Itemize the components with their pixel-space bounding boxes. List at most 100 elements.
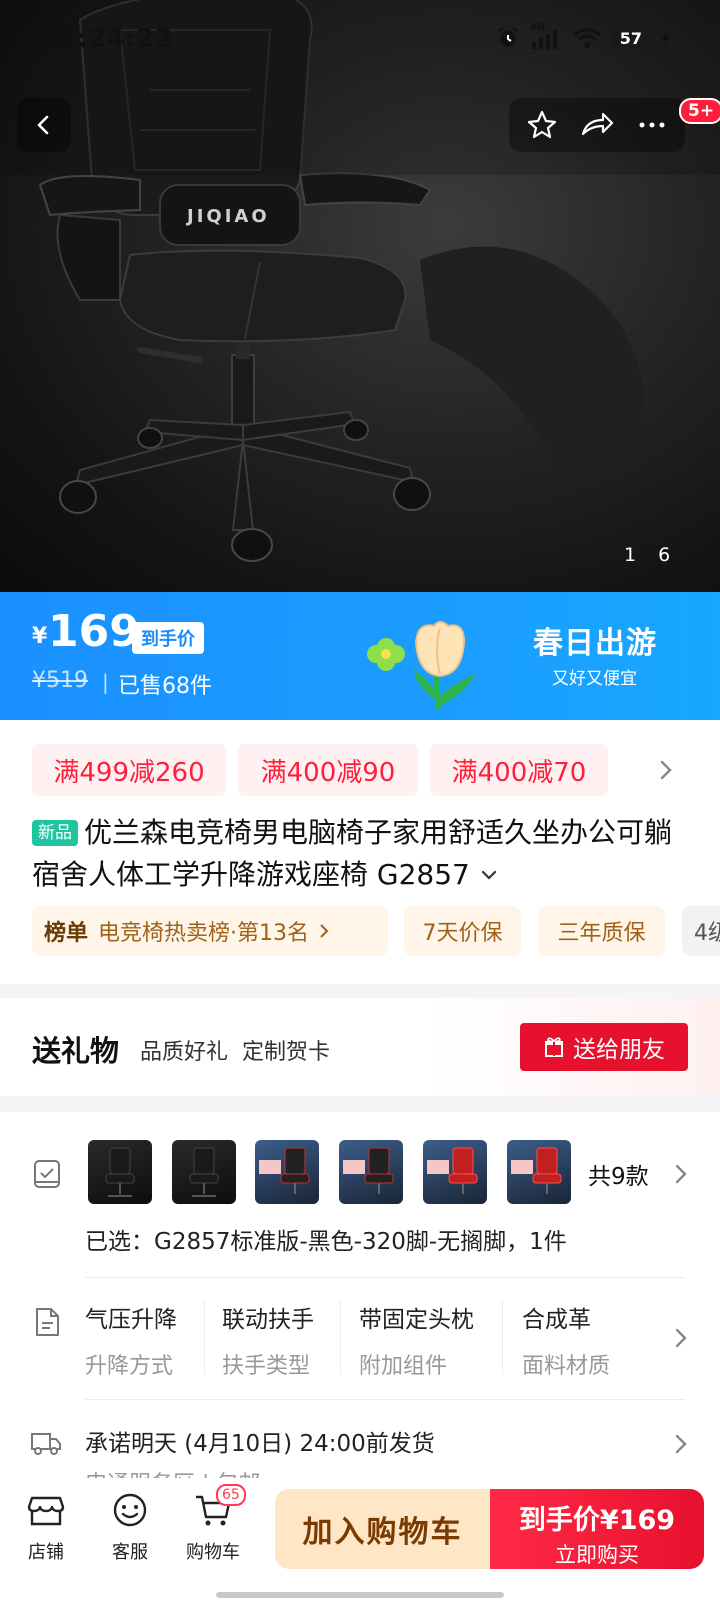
network-indicator: 4G [530, 22, 562, 50]
ranking-label: 榜单 [44, 921, 89, 946]
variant-thumbnail[interactable] [423, 1140, 487, 1204]
variant-thumbnail[interactable] [172, 1140, 236, 1204]
cart-count-badge: 65 [216, 1484, 246, 1506]
spec-separator [204, 1300, 205, 1374]
current-image-index: 1 [624, 544, 659, 566]
svg-text:JIQIAO: JIQIAO [185, 206, 270, 227]
variant-thumbnail[interactable] [339, 1140, 403, 1204]
chair-thumb-image [105, 1147, 135, 1197]
product-title: 优兰森电竞椅男电脑椅子家用舒适久坐办公可躺宿舍人体工学升降游戏座椅 G2857 [32, 816, 673, 891]
promo-title: 春日出游 [533, 626, 657, 661]
message-badge: 5+ [679, 98, 720, 124]
cart-label: 购物车 [186, 1542, 240, 1563]
sold-separator: | [102, 670, 109, 694]
back-button[interactable] [17, 98, 71, 152]
chevron-left-icon [37, 115, 49, 135]
chair-thumb-image [189, 1147, 219, 1197]
status-icons: 4G 57 [496, 22, 672, 50]
product-title-block[interactable]: 新品 优兰森电竞椅男电脑椅子家用舒适久坐办公可躺宿舍人体工学升降游戏座椅 G285… [32, 812, 682, 896]
ranking-text: 电竞椅热卖榜·第13名 [98, 921, 310, 946]
gaming-chair-image: JIQIAO [0, 0, 720, 562]
home-indicator[interactable] [216, 1592, 504, 1598]
gift-row[interactable]: 送礼物 品质好礼 定制贺卡 送给朋友 [0, 998, 720, 1096]
coupon-chip[interactable]: 满400减70 [430, 744, 608, 796]
spec-label: 面料材质 [522, 1354, 611, 1379]
wifi-icon [572, 28, 601, 48]
customer-service-label: 客服 [112, 1542, 148, 1563]
original-price: ¥519 [32, 668, 88, 693]
spec-item[interactable]: 气压升降 升降方式 [85, 1300, 177, 1380]
tulip-illustration [367, 621, 476, 711]
buy-now-button[interactable]: 到手价¥169 立即购买 [490, 1489, 704, 1569]
coupon-chip[interactable]: 满400减90 [238, 744, 418, 796]
shipping-chevron-right-icon[interactable] [672, 1430, 690, 1458]
sold-count: 已售68件 [118, 674, 212, 699]
send-gift-button[interactable]: 送给朋友 [520, 1023, 688, 1071]
chair-thumb-image [259, 1147, 310, 1194]
section-divider [0, 1096, 720, 1112]
spec-value: 合成革 [522, 1307, 591, 1333]
status-bar: 05:24:22 4G 57 [0, 0, 720, 80]
spec-item[interactable]: 联动扶手 扶手类型 [222, 1300, 314, 1380]
spec-value: 联动扶手 [222, 1307, 314, 1333]
spec-separator [340, 1300, 341, 1374]
status-time: 05:24:22 [40, 24, 174, 54]
variant-thumbnail[interactable] [507, 1140, 571, 1204]
alarm-icon [497, 27, 518, 47]
spec-value: 带固定头枕 [359, 1307, 474, 1333]
variant-chevron-right-icon[interactable] [672, 1160, 690, 1188]
spec-label: 升降方式 [85, 1354, 174, 1379]
coupon-more-chevron-icon[interactable] [656, 756, 676, 784]
spec-item[interactable]: 带固定头枕 附加组件 [359, 1300, 474, 1380]
gift-box-icon [545, 1037, 563, 1057]
specs-chevron-right-icon[interactable] [672, 1324, 690, 1352]
variant-thumbnail[interactable] [88, 1140, 152, 1204]
add-to-cart-button[interactable]: 加入购物车 [275, 1489, 490, 1569]
price-value: 169 [48, 606, 140, 657]
variant-count[interactable]: 共9款 [588, 1157, 649, 1191]
promo-subtitle: 又好又便宜 [552, 669, 637, 689]
chevron-down-icon[interactable] [479, 865, 499, 885]
spec-label: 扶手类型 [222, 1354, 311, 1379]
buy-now-price: 到手价¥169 [518, 1505, 676, 1536]
gift-title: 送礼物 [32, 1034, 120, 1068]
send-gift-label: 送给朋友 [573, 1037, 665, 1063]
price-banner: ¥ 169 到手价 ¥519 | 已售68件 春日出游 又好又便宜 [0, 592, 720, 720]
shipping-promise[interactable]: 承诺明天 (4月10日) 24:00前发货 [85, 1424, 435, 1458]
delivery-truck-icon [31, 1433, 61, 1455]
customer-service-button[interactable]: 客服 [95, 1490, 165, 1564]
spec-item[interactable]: 合成革 面料材质 [522, 1300, 610, 1380]
grade-tag[interactable]: 4级 [682, 906, 720, 956]
ranking-tag[interactable]: 榜单 电竞椅热卖榜·第13名 [32, 906, 388, 956]
chair-thumb-image [343, 1147, 394, 1194]
price-protection-tag[interactable]: 7天价保 [404, 906, 521, 956]
final-price-tag: 到手价 [132, 622, 204, 654]
coupon-chip[interactable]: 满499减260 [32, 744, 226, 796]
store-button[interactable]: 店铺 [11, 1490, 81, 1564]
variant-thumbnail[interactable] [255, 1140, 319, 1204]
charging-bolt-icon [662, 28, 670, 48]
spec-separator [502, 1300, 503, 1374]
network-type-label: 4G [529, 22, 545, 33]
store-icon [27, 1496, 65, 1526]
warranty-tag[interactable]: 三年质保 [538, 906, 665, 956]
more-options-icon[interactable] [635, 108, 669, 142]
cart-button[interactable]: 65 购物车 [178, 1484, 248, 1564]
new-badge: 新品 [32, 820, 78, 846]
spec-label: 附加组件 [359, 1354, 448, 1379]
chevron-right-icon [320, 924, 329, 938]
selected-variant[interactable]: 已选：G2857标准版-黑色-320脚-无搁脚，1件 [85, 1222, 567, 1256]
buy-now-label: 立即购买 [555, 1543, 639, 1567]
gift-subtitle: 品质好礼 定制贺卡 [140, 1040, 330, 1065]
customer-service-icon [113, 1493, 147, 1527]
chair-thumb-image [427, 1147, 478, 1194]
favorite-star-icon[interactable] [525, 108, 559, 142]
header-actions [509, 98, 685, 152]
product-image-carousel[interactable]: JIQIAO 16 [0, 0, 720, 592]
image-counter: 16 [624, 544, 692, 566]
chair-thumb-image [511, 1147, 562, 1194]
currency-symbol: ¥ [32, 624, 48, 649]
variant-select-icon [34, 1160, 60, 1188]
share-icon[interactable] [579, 108, 615, 142]
spec-value: 气压升降 [85, 1307, 177, 1333]
